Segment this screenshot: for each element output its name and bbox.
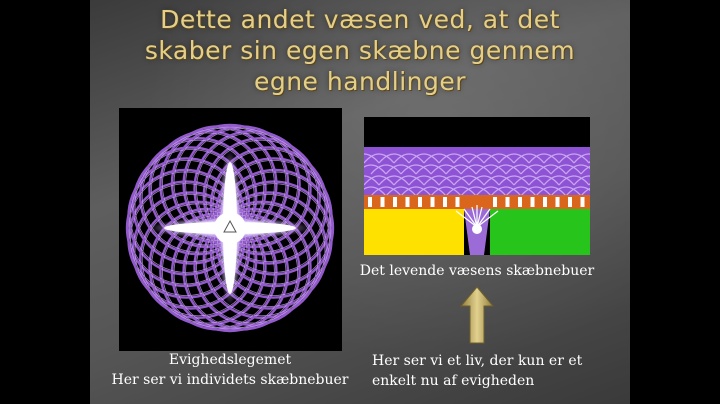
left-caption-title: Evighedslegemet xyxy=(168,352,292,368)
bottom-caption-line-2: enkelt nu af evigheden xyxy=(372,373,535,389)
slide-title: Dette andet væsen ved, at det skaber sin… xyxy=(90,4,630,97)
title-line-2: skaber sin egen skæbne gennem xyxy=(144,36,576,65)
bottom-caption: Her ser vi et liv, der kun er et enkelt … xyxy=(372,351,612,391)
title-line-3: egne handlinger xyxy=(253,67,467,96)
green-field xyxy=(490,209,590,255)
bottom-caption-line-1: Her ser vi et liv, der kun er et xyxy=(372,353,583,369)
left-caption-text: Her ser vi individets skæbnebuer xyxy=(111,372,349,388)
up-arrow-icon xyxy=(459,286,495,344)
fate-arcs-diagram xyxy=(364,117,590,255)
eternity-body-diagram xyxy=(119,108,342,351)
left-caption: Evighedslegemet Her ser vi individets sk… xyxy=(110,350,350,390)
yellow-field xyxy=(364,209,464,255)
slide: Dette andet væsen ved, at det skaber sin… xyxy=(90,0,630,404)
title-line-1: Dette andet væsen ved, at det xyxy=(160,5,560,34)
fate-arcs-svg xyxy=(364,117,590,255)
eternity-body-svg xyxy=(125,123,335,333)
right-caption: Det levende væsens skæbnebuer xyxy=(359,263,595,279)
